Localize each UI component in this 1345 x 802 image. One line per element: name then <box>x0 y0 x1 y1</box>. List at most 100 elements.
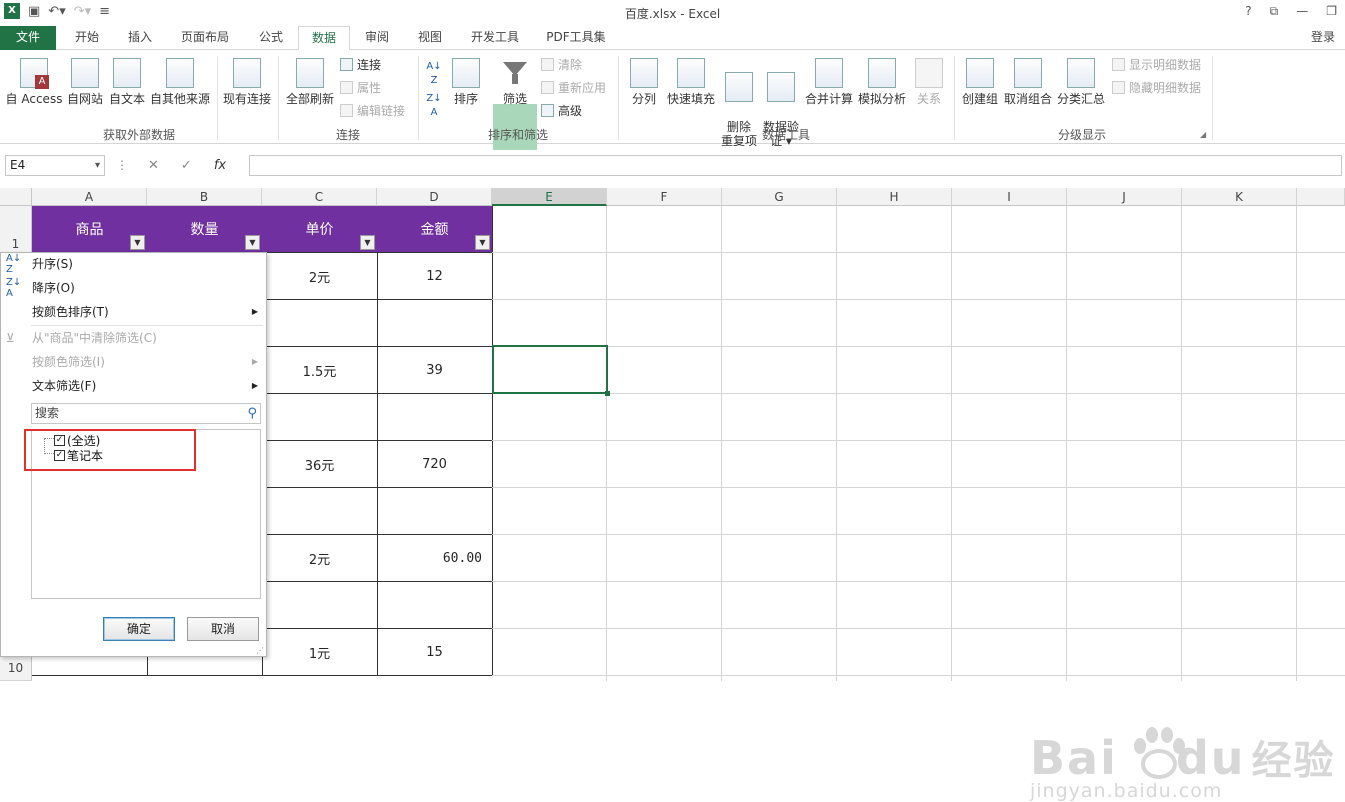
column-header-h[interactable]: H <box>837 188 952 206</box>
sort-descending-button[interactable]: Z↓ A <box>424 92 444 120</box>
tab-file[interactable]: 文件 <box>0 26 56 50</box>
tab-formulas[interactable]: 公式 <box>246 26 296 50</box>
relationships-button[interactable]: 关系 <box>910 58 948 106</box>
filter-dropdown-icon[interactable]: ▼ <box>245 235 260 250</box>
group-button[interactable]: 创建组 <box>960 58 1000 106</box>
cell-c9[interactable] <box>262 582 378 629</box>
cell-c6[interactable]: 36元 <box>262 441 378 488</box>
cancel-button[interactable]: 取消 <box>187 617 259 641</box>
cell-c2[interactable]: 2元 <box>262 253 378 300</box>
ok-button[interactable]: 确定 <box>103 617 175 641</box>
column-header-f[interactable]: F <box>607 188 722 206</box>
column-header-j[interactable]: J <box>1067 188 1182 206</box>
row-header-1[interactable]: 1 <box>0 206 32 253</box>
existing-connections-button[interactable]: 现有连接 <box>220 58 274 106</box>
from-access-button[interactable]: 自 Access <box>4 58 64 106</box>
select-all-corner[interactable] <box>0 188 32 206</box>
cell-c7[interactable] <box>262 488 378 535</box>
menu-sort-by-color[interactable]: 按颜色排序(T) ▶ <box>1 301 266 323</box>
column-header-b[interactable]: B <box>147 188 262 206</box>
cell-c4[interactable]: 1.5元 <box>262 347 378 394</box>
menu-sort-ascending[interactable]: A↓ Z 升序(S) <box>1 253 266 275</box>
from-web-button[interactable]: 自网站 <box>64 58 106 106</box>
menu-text-filters[interactable]: 文本筛选(F) ▶ <box>1 375 266 397</box>
minimize-button[interactable]: — <box>1296 4 1308 19</box>
filter-search-input[interactable]: 搜索 ⚲ <box>31 403 261 424</box>
filter-dropdown-icon[interactable]: ▼ <box>360 235 375 250</box>
advanced-filter-button[interactable]: 高级 <box>541 102 582 119</box>
cell-d6[interactable]: 720 <box>377 441 493 488</box>
cell-d9[interactable] <box>377 582 493 629</box>
ungroup-button[interactable]: 取消组合 <box>1002 58 1054 106</box>
search-icon[interactable]: ⚲ <box>247 404 257 423</box>
cell-d3[interactable] <box>377 300 493 347</box>
cell-c5[interactable] <box>262 394 378 441</box>
cell-d10[interactable]: 15 <box>377 629 493 676</box>
header-cell-unit-price[interactable]: 单价 ▼ <box>262 206 378 253</box>
subtotal-button[interactable]: 分类汇总 <box>1055 58 1107 106</box>
clear-filter-button[interactable]: 清除 <box>541 56 582 73</box>
enter-icon[interactable]: ✓ <box>181 158 192 173</box>
header-cell-product[interactable]: 商品 ▼ <box>32 206 148 253</box>
tab-data[interactable]: 数据 <box>298 26 350 51</box>
tab-review[interactable]: 审阅 <box>352 26 402 50</box>
header-cell-quantity[interactable]: 数量 ▼ <box>147 206 263 253</box>
column-header-a[interactable]: A <box>32 188 147 206</box>
from-text-button[interactable]: 自文本 <box>106 58 148 106</box>
tab-insert[interactable]: 插入 <box>115 26 165 50</box>
cell-d5[interactable] <box>377 394 493 441</box>
cell-d2[interactable]: 12 <box>377 253 493 300</box>
dialog-launcher-icon[interactable]: ◢ <box>1200 130 1206 139</box>
column-header-k[interactable]: K <box>1182 188 1297 206</box>
filter-dropdown-icon[interactable]: ▼ <box>475 235 490 250</box>
flash-fill-button[interactable]: 快速填充 <box>664 58 718 106</box>
empty-cells-area[interactable] <box>492 206 1345 681</box>
formula-input[interactable] <box>249 155 1342 176</box>
cell-c3[interactable] <box>262 300 378 347</box>
column-header-e[interactable]: E <box>492 188 607 206</box>
header-cell-amount[interactable]: 金额 ▼ <box>377 206 493 253</box>
cell-d7[interactable] <box>377 488 493 535</box>
active-cell-e4[interactable] <box>492 345 610 396</box>
menu-clear-filter[interactable]: ⊻ 从"商品"中清除筛选(C) <box>1 327 266 349</box>
name-box[interactable]: E4 <box>5 155 105 176</box>
cell-d8[interactable]: 60.00 <box>377 535 493 582</box>
tab-page-layout[interactable]: 页面布局 <box>170 26 240 50</box>
menu-sort-descending[interactable]: Z↓ A 降序(O) <box>1 277 266 299</box>
cell-d4[interactable]: 39 <box>377 347 493 394</box>
insert-function-icon[interactable]: fx <box>214 158 226 173</box>
column-header-partial[interactable] <box>1297 188 1345 206</box>
refresh-all-button[interactable]: 全部刷新 <box>283 58 337 106</box>
reapply-button[interactable]: 重新应用 <box>541 79 606 96</box>
edit-links-button[interactable]: 编辑链接 <box>340 102 405 119</box>
resize-grip-icon[interactable]: ⋰ <box>256 646 264 655</box>
what-if-analysis-button[interactable]: 模拟分析 <box>856 58 908 106</box>
connections-button[interactable]: 连接 <box>340 56 381 73</box>
sort-button[interactable]: 排序 <box>449 58 483 106</box>
tab-pdf-tools[interactable]: PDF工具集 <box>537 26 615 50</box>
login-link[interactable]: 登录 <box>1311 28 1335 45</box>
ribbon-display-icon[interactable]: ⧉ <box>1270 4 1279 19</box>
tab-home[interactable]: 开始 <box>62 26 112 50</box>
text-to-columns-button[interactable]: 分列 <box>625 58 663 106</box>
sort-ascending-button[interactable]: A↓ Z <box>424 60 444 88</box>
column-header-c[interactable]: C <box>262 188 377 206</box>
menu-filter-by-color[interactable]: 按颜色筛选(I) ▶ <box>1 351 266 373</box>
show-detail-button[interactable]: 显示明细数据 <box>1112 56 1201 73</box>
restore-button[interactable]: ❐ <box>1326 4 1337 19</box>
hide-detail-button[interactable]: 隐藏明细数据 <box>1112 79 1201 96</box>
cancel-icon[interactable]: ✕ <box>148 158 159 173</box>
column-header-i[interactable]: I <box>952 188 1067 206</box>
column-header-g[interactable]: G <box>722 188 837 206</box>
cell-c8[interactable]: 2元 <box>262 535 378 582</box>
filter-dropdown-icon[interactable]: ▼ <box>130 235 145 250</box>
properties-button[interactable]: 属性 <box>340 79 381 96</box>
column-header-d[interactable]: D <box>377 188 492 206</box>
from-other-sources-button[interactable]: 自其他来源 <box>148 58 212 106</box>
cell-c10[interactable]: 1元 <box>262 629 378 676</box>
consolidate-button[interactable]: 合并计算 <box>803 58 855 106</box>
tab-developer[interactable]: 开发工具 <box>460 26 530 50</box>
help-button[interactable]: ? <box>1245 4 1251 19</box>
filter-button[interactable]: 筛选 <box>493 58 537 106</box>
tab-view[interactable]: 视图 <box>405 26 455 50</box>
